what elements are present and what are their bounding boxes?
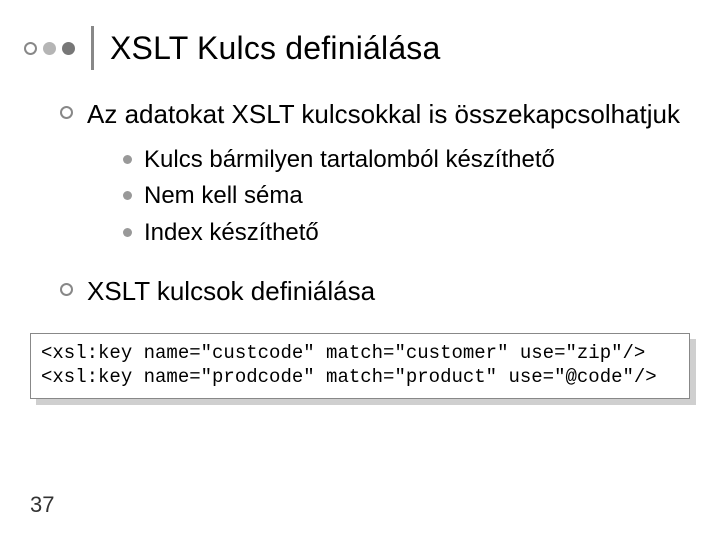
list-item: Kulcs bármilyen tartalomból készíthető [123,145,680,176]
dot-bullet-icon [123,228,132,237]
ring-bullet-icon [60,283,73,296]
code-line: <xsl:key name="custcode" match="customer… [41,342,645,364]
page-number: 37 [30,492,54,518]
list-item-text: Kulcs bármilyen tartalomból készíthető [144,145,555,176]
list-item: Index készíthető [123,218,680,249]
list-item-text: Az adatokat XSLT kulcsokkal is összekapc… [87,98,680,131]
sub-bullet-list: Kulcs bármilyen tartalomból készíthető N… [123,145,680,249]
divider-icon [91,26,94,70]
list-item-text: Index készíthető [144,218,319,249]
list-item: Az adatokat XSLT kulcsokkal is összekapc… [60,98,696,255]
dot-icon [43,42,56,55]
list-item-body: Az adatokat XSLT kulcsokkal is összekapc… [87,98,680,255]
dot-bullet-icon [123,155,132,164]
ring-bullet-icon [60,106,73,119]
decor-dots [24,42,75,55]
dot-icon [24,42,37,55]
list-item: XSLT kulcsok definiálása [60,275,696,308]
list-item-text: Nem kell séma [144,181,303,212]
dot-icon [62,42,75,55]
code-block: <xsl:key name="custcode" match="customer… [30,333,690,399]
slide-title: XSLT Kulcs definiálása [110,30,441,67]
dot-bullet-icon [123,191,132,200]
code-box: <xsl:key name="custcode" match="customer… [30,333,690,399]
list-item-text: XSLT kulcsok definiálása [87,275,375,308]
code-line: <xsl:key name="prodcode" match="product"… [41,366,657,388]
list-item: Nem kell séma [123,181,680,212]
bullet-list: Az adatokat XSLT kulcsokkal is összekapc… [60,98,696,307]
title-row: XSLT Kulcs definiálása [24,26,696,70]
slide: XSLT Kulcs definiálása Az adatokat XSLT … [0,0,720,540]
